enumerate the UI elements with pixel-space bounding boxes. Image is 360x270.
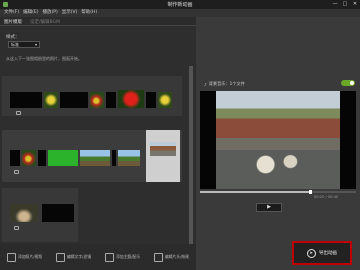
- slide-thumb[interactable]: [10, 204, 38, 222]
- hint-text: 从这入下一张图相册里的照片，图面开始。: [6, 56, 82, 61]
- chevron-down-icon: ▾: [34, 42, 37, 47]
- slide-thumb[interactable]: [10, 92, 42, 108]
- slide-thumb[interactable]: [118, 150, 140, 166]
- menu-file[interactable]: 文件(F): [4, 9, 19, 17]
- minimize-button[interactable]: —: [332, 1, 338, 7]
- playback-progress[interactable]: [200, 190, 356, 194]
- export-button[interactable]: ▸ 导出动画: [292, 241, 352, 265]
- tab-bar: 图片模版 设定/编辑BGM: [0, 17, 196, 26]
- slide-thumb[interactable]: [48, 150, 78, 166]
- vertical-scrollbar[interactable]: [189, 66, 193, 246]
- slide-thumb[interactable]: [106, 92, 116, 108]
- bottom-toolbar: 添加照片/视频 编辑文字/滤镜 添加主题/配乐 编辑片头/结尾: [0, 244, 196, 270]
- add-theme-icon: [104, 252, 114, 262]
- menu-help[interactable]: 帮助(H): [81, 9, 97, 17]
- storyboard-panel: 样式： 标准 ▾ 从这入下一张图相册里的照片，图面开始。: [0, 26, 196, 270]
- add-photo-icon: [6, 252, 16, 262]
- style-value: 标准: [11, 42, 19, 47]
- menu-edit[interactable]: 编辑(E): [23, 9, 38, 17]
- video-preview: [200, 91, 356, 189]
- export-label: 导出动画: [319, 251, 337, 256]
- storyboard-row-3: [2, 188, 78, 242]
- slide-thumb[interactable]: [146, 92, 156, 108]
- duration-icon[interactable]: [14, 170, 19, 174]
- slide-thumb[interactable]: [112, 150, 116, 166]
- music-toggle[interactable]: [341, 80, 355, 86]
- duration-icon[interactable]: [16, 111, 21, 115]
- add-theme-button[interactable]: 添加主题/配乐: [104, 252, 141, 262]
- edit-title-label: 编辑片头/结尾: [164, 254, 190, 259]
- progress-fill: [200, 191, 310, 193]
- title-bar: 制作新动画 — □ ✕: [0, 0, 360, 9]
- music-label: 背景音乐：1个文件: [208, 81, 245, 86]
- menu-bar: 文件(F) 编辑(E) 播放(P) 显示(V) 帮助(H): [0, 9, 360, 17]
- add-photo-label: 添加照片/视频: [17, 254, 43, 259]
- tab-photo-template[interactable]: 图片模版: [0, 17, 26, 25]
- close-button[interactable]: ✕: [352, 1, 358, 7]
- add-photo-button[interactable]: 添加照片/视频: [6, 252, 43, 262]
- play-button[interactable]: ▶: [256, 203, 282, 212]
- slide-thumb[interactable]: [90, 92, 104, 108]
- slide-thumb[interactable]: [42, 204, 74, 222]
- slide-thumb[interactable]: [10, 150, 20, 166]
- time-readout: 00:20 / 00:40: [314, 195, 339, 199]
- export-icon: ▸: [307, 248, 316, 258]
- add-theme-label: 添加主题/配乐: [115, 254, 141, 259]
- preview-panel: ♪ 背景音乐：1个文件 00:20 / 00:40 ▶ ▸ 导出动画: [196, 17, 360, 270]
- slide-thumb[interactable]: [44, 92, 58, 108]
- selected-slide[interactable]: [146, 130, 180, 182]
- tab-bgm[interactable]: 设定/编辑BGM: [26, 17, 64, 25]
- slide-thumb[interactable]: [38, 150, 46, 166]
- duration-icon[interactable]: [14, 226, 19, 230]
- slide-thumb[interactable]: [60, 92, 88, 108]
- music-row: ♪ 背景音乐：1个文件: [204, 81, 245, 87]
- menu-play[interactable]: 播放(P): [42, 9, 57, 17]
- progress-handle[interactable]: [309, 190, 313, 194]
- edit-text-icon: [55, 252, 65, 262]
- edit-text-button[interactable]: 编辑文字/滤镜: [55, 252, 92, 262]
- edit-text-label: 编辑文字/滤镜: [66, 254, 92, 259]
- storyboard-row-1: [2, 76, 182, 116]
- storyboard-row-2: [2, 130, 182, 182]
- edit-title-button[interactable]: 编辑片头/结尾: [153, 252, 190, 262]
- slide-thumb[interactable]: [22, 150, 36, 166]
- window-title: 制作新动画: [167, 2, 193, 8]
- style-label: 样式：: [6, 35, 20, 40]
- preview-image: [216, 91, 340, 189]
- style-select[interactable]: 标准 ▾: [8, 41, 40, 48]
- slide-thumb[interactable]: [80, 150, 110, 166]
- menu-view[interactable]: 显示(V): [62, 9, 78, 17]
- edit-title-icon: [153, 252, 163, 262]
- selected-slide-image: [150, 142, 176, 156]
- maximize-button[interactable]: □: [342, 1, 348, 7]
- music-note-icon: ♪: [204, 81, 207, 87]
- play-icon: ▶: [267, 204, 271, 210]
- slide-thumb[interactable]: [158, 92, 172, 108]
- slide-thumb[interactable]: [118, 90, 144, 108]
